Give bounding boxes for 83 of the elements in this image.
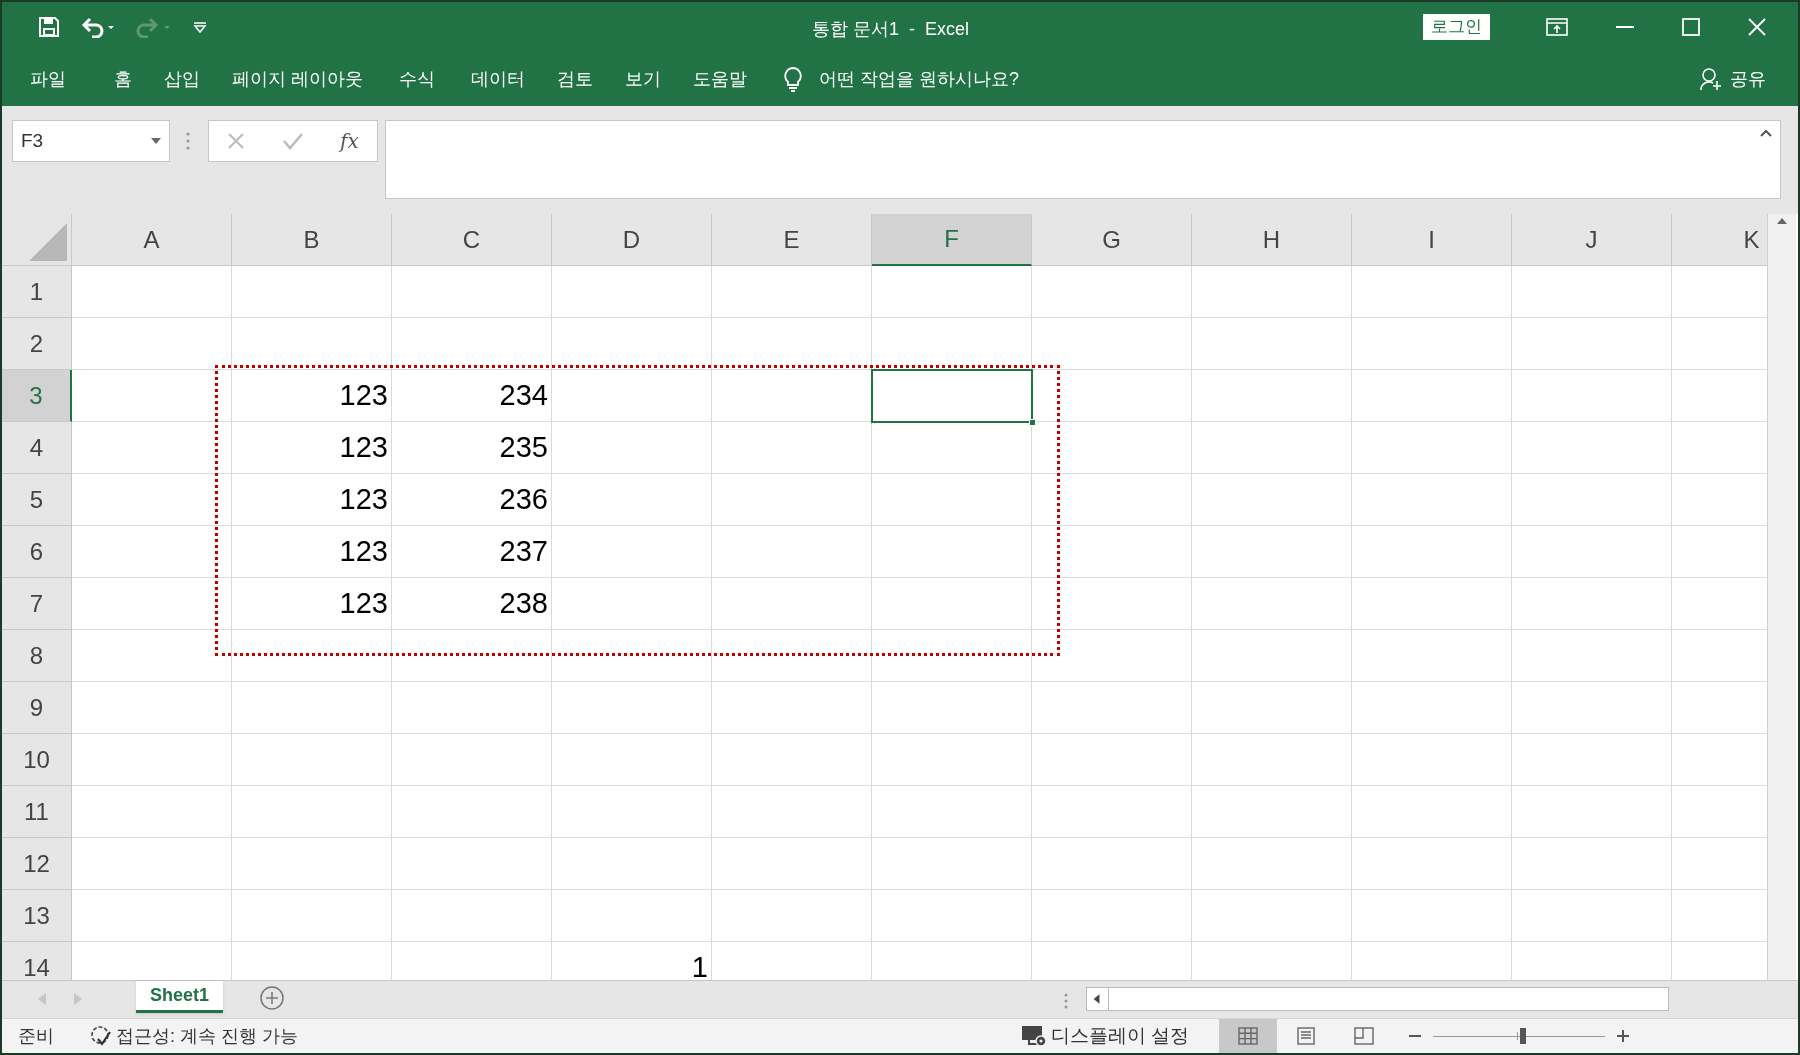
vertical-scrollbar[interactable]	[1767, 214, 1796, 980]
ribbon-display-icon[interactable]	[1546, 18, 1568, 36]
status-ready: 준비	[18, 1024, 54, 1048]
table-cell-text: 238	[498, 586, 549, 622]
column-header[interactable]: K	[1672, 214, 1767, 266]
lightbulb-icon[interactable]	[783, 66, 803, 92]
sheet-tab[interactable]: Sheet1	[136, 981, 224, 1013]
formula-input[interactable]	[385, 120, 1781, 199]
column-header[interactable]: B	[232, 214, 392, 266]
column-header[interactable]: F	[872, 214, 1032, 266]
undo-icon[interactable]	[80, 16, 116, 38]
column-header[interactable]: D	[552, 214, 712, 266]
ribbon-tab[interactable]: 페이지 레이아웃	[232, 65, 363, 93]
enter-check-icon[interactable]	[281, 132, 304, 150]
table-cell-text: 123	[338, 430, 389, 466]
row-header[interactable]: 4	[2, 422, 72, 474]
row-header[interactable]: 3	[2, 370, 72, 422]
accessibility-status[interactable]: 접근성: 계속 진행 가능	[116, 1022, 298, 1050]
table-cell-text: 123	[338, 378, 389, 414]
row-header[interactable]: 5	[2, 474, 72, 526]
ribbon-tab[interactable]: 검토	[557, 65, 593, 93]
share-person-icon[interactable]	[1700, 67, 1722, 91]
column-header[interactable]: E	[712, 214, 872, 266]
active-cell[interactable]	[871, 369, 1033, 423]
grid-icon	[1238, 1027, 1259, 1045]
collapse-icon[interactable]	[1760, 129, 1772, 137]
column-header[interactable]: C	[392, 214, 552, 266]
row-header[interactable]: 13	[2, 890, 72, 942]
column-header[interactable]: G	[1032, 214, 1192, 266]
grip-icon	[1064, 993, 1069, 1009]
customize-toolbar-icon[interactable]	[192, 20, 208, 34]
window-title: 통합 문서1 - Excel	[812, 18, 970, 41]
tell-me-search[interactable]: 어떤 작업을 원하시나요?	[819, 65, 1020, 93]
column-header[interactable]: A	[72, 214, 232, 266]
ribbon-tab[interactable]: 홈	[114, 65, 132, 93]
page-break-icon	[1354, 1027, 1375, 1045]
zoom-in-icon[interactable]	[1617, 1030, 1630, 1042]
row-header[interactable]: 1	[2, 266, 72, 318]
row-header[interactable]: 9	[2, 682, 72, 734]
table-cell-text: 234	[498, 378, 549, 414]
table-cell-text: 237	[498, 534, 549, 570]
dropdown-caret-icon[interactable]	[151, 138, 161, 144]
insert-function-button[interactable]: fx	[340, 126, 359, 156]
ribbon-tab[interactable]: 도움말	[693, 65, 747, 93]
close-icon[interactable]	[1748, 18, 1766, 36]
column-header[interactable]: I	[1352, 214, 1512, 266]
row-header[interactable]: 6	[2, 526, 72, 578]
table-cell-text: 235	[498, 430, 549, 466]
zoom-slider[interactable]	[1433, 1028, 1606, 1044]
table-cell-text: 123	[338, 534, 389, 570]
row-header[interactable]: 8	[2, 630, 72, 682]
normal-view-button[interactable]	[1219, 1018, 1278, 1053]
page-icon	[1296, 1027, 1317, 1045]
row-header[interactable]: 14	[2, 942, 72, 980]
grip-icon	[186, 132, 190, 150]
table-cell-text: 123	[338, 586, 389, 622]
row-header[interactable]: 7	[2, 578, 72, 630]
ribbon-tab[interactable]: 삽입	[164, 65, 200, 93]
ribbon-tab[interactable]: 수식	[399, 65, 435, 93]
display-settings-icon[interactable]	[1021, 1025, 1047, 1047]
column-header[interactable]: J	[1512, 214, 1672, 266]
ribbon-tab[interactable]: 보기	[625, 65, 661, 93]
ribbon-tab[interactable]: 파일	[30, 65, 66, 93]
scroll-up-icon[interactable]	[1777, 218, 1787, 224]
row-header[interactable]: 10	[2, 734, 72, 786]
name-box[interactable]: F3	[12, 120, 170, 162]
save-icon[interactable]	[38, 16, 60, 38]
ribbon-tab[interactable]: 데이터	[471, 65, 525, 93]
row-header[interactable]: 11	[2, 786, 72, 838]
table-cell-text: 123	[338, 482, 389, 518]
share-button[interactable]: 공유	[1730, 65, 1766, 93]
login-button[interactable]: 로그인	[1423, 14, 1490, 40]
row-header[interactable]: 2	[2, 318, 72, 370]
accessibility-check-icon[interactable]	[90, 1025, 112, 1047]
zoom-slider-thumb[interactable]	[1519, 1028, 1526, 1044]
display-settings-button[interactable]: 디스플레이 설정	[1051, 1021, 1190, 1051]
row-header[interactable]: 12	[2, 838, 72, 890]
table-cell-text: 236	[498, 482, 549, 518]
horizontal-scrollbar[interactable]	[1086, 987, 1670, 1011]
new-sheet-icon[interactable]	[259, 985, 286, 1011]
column-header[interactable]: H	[1192, 214, 1352, 266]
table-cell-text: 1	[690, 950, 709, 980]
maximize-icon[interactable]	[1682, 18, 1700, 36]
